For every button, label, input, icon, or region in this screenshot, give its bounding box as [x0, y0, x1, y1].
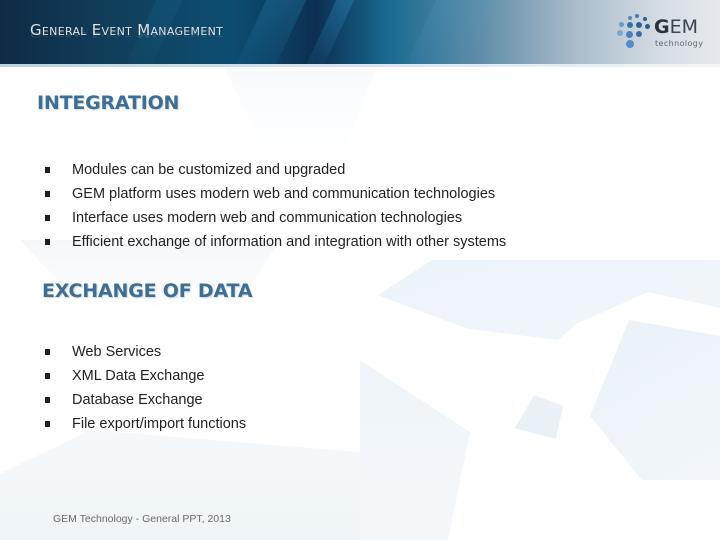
header-divider [0, 64, 720, 67]
dots-cluster-icon [614, 12, 652, 48]
header-light-streak [394, 0, 506, 64]
gem-logo: GEM technology [614, 12, 714, 52]
background-cube-shape [515, 395, 563, 439]
list-item: Web Services [45, 340, 445, 364]
list-item: Efficient exchange of information and in… [45, 230, 665, 254]
list-item: File export/import functions [45, 412, 445, 436]
exchange-bullet-list: Web Services XML Data Exchange Database … [45, 340, 445, 436]
header-title: General Event Management [30, 21, 224, 39]
square-bullet-icon [45, 191, 50, 197]
header-light-streak [294, 0, 364, 64]
square-bullet-icon [45, 239, 50, 245]
background-cube-shape [590, 320, 720, 480]
section-title-exchange-of-data: EXCHANGE OF DATA [42, 280, 253, 302]
logo-subtitle: technology [655, 39, 704, 48]
list-item: Modules can be customized and upgraded [45, 158, 665, 182]
integration-bullet-list: Modules can be customized and upgraded G… [45, 158, 665, 254]
background-cube-shape [220, 60, 380, 160]
square-bullet-icon [45, 397, 50, 403]
header-banner: General Event Management General Event M… [0, 0, 720, 64]
header-light-streak [224, 0, 316, 64]
square-bullet-icon [45, 349, 50, 355]
square-bullet-icon [45, 421, 50, 427]
list-item: XML Data Exchange [45, 364, 445, 388]
section-title-integration: INTEGRATION [37, 92, 180, 114]
logo-wordmark: GEM [654, 16, 699, 38]
square-bullet-icon [45, 215, 50, 221]
list-item: GEM platform uses modern web and communi… [45, 182, 665, 206]
slide: General Event Management General Event M… [0, 0, 720, 540]
slide-footer: GEM Technology - General PPT, 2013 [53, 513, 231, 525]
list-item: Database Exchange [45, 388, 445, 412]
square-bullet-icon [45, 373, 50, 379]
list-item: Interface uses modern web and communicat… [45, 206, 665, 230]
square-bullet-icon [45, 167, 50, 173]
